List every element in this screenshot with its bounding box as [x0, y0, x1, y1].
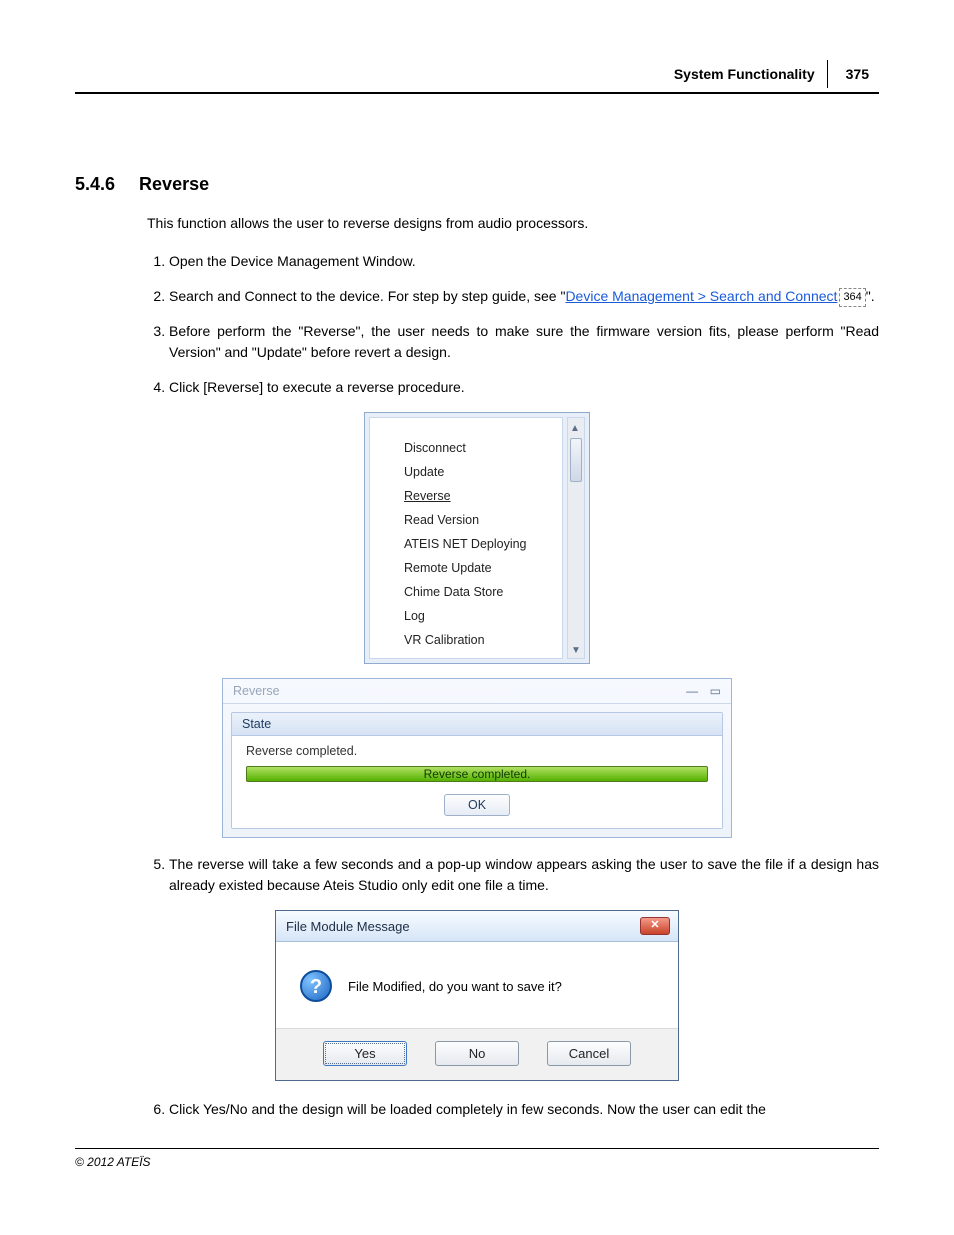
menu-item-disconnect[interactable]: Disconnect [404, 436, 550, 460]
question-icon: ? [300, 970, 332, 1002]
steps-list-continued: The reverse will take a few seconds and … [147, 854, 879, 896]
menu-item-read-version[interactable]: Read Version [404, 508, 550, 532]
step-2-prefix: Search and Connect to the device. For st… [169, 288, 565, 304]
vertical-scrollbar[interactable]: ▲ ▼ [567, 417, 585, 659]
state-body: Reverse completed. Reverse completed. OK [232, 736, 722, 828]
state-header: State [232, 713, 722, 736]
step-2: Search and Connect to the device. For st… [169, 286, 879, 307]
minimize-icon[interactable]: — [686, 684, 698, 698]
steps-list-continued-2: Click Yes/No and the design will be load… [147, 1099, 879, 1120]
cancel-button[interactable]: Cancel [547, 1041, 631, 1066]
menu-item-ateis-net-deploying[interactable]: ATEIS NET Deploying [404, 532, 550, 556]
page-header: System Functionality 375 [75, 60, 879, 88]
no-button[interactable]: No [435, 1041, 519, 1066]
document-page: System Functionality 375 5.4.6 Reverse T… [0, 0, 954, 1199]
window-buttons: — ▭ [678, 684, 721, 698]
section-number: 5.4.6 [75, 174, 115, 195]
ok-button[interactable]: OK [444, 794, 510, 816]
status-text: Reverse completed. [246, 744, 708, 758]
step-3: Before perform the "Reverse", the user n… [169, 321, 879, 363]
reverse-window-titlebar: Reverse — ▭ [223, 679, 731, 704]
step-1: Open the Device Management Window. [169, 251, 879, 272]
dialog-body: ? File Modified, do you want to save it? [276, 942, 678, 1028]
menu-item-update[interactable]: Update [404, 460, 550, 484]
menu-item-reverse[interactable]: Reverse [404, 484, 550, 508]
menu-panel: Disconnect Update Reverse Read Version A… [364, 412, 590, 664]
section-intro: This function allows the user to reverse… [147, 213, 879, 233]
maximize-icon[interactable]: ▭ [710, 684, 721, 698]
ok-wrap: OK [246, 794, 708, 816]
copyright: © 2012 ATEÏS [75, 1155, 879, 1169]
header-section-title: System Functionality [674, 60, 827, 88]
dialog-footer: Yes No Cancel [276, 1028, 678, 1080]
progress-bar: Reverse completed. [246, 766, 708, 782]
dialog-titlebar: File Module Message ✕ [276, 911, 678, 942]
step-4: Click [Reverse] to execute a reverse pro… [169, 377, 879, 398]
step-6: Click Yes/No and the design will be load… [169, 1099, 879, 1120]
section-title: Reverse [139, 174, 209, 195]
scroll-down-icon: ▼ [571, 643, 581, 658]
menu-item-remote-update[interactable]: Remote Update [404, 556, 550, 580]
page-ref-badge: 364 [839, 288, 865, 307]
menu-item-chime-data-store[interactable]: Chime Data Store [404, 580, 550, 604]
file-module-message-dialog: File Module Message ✕ ? File Modified, d… [275, 910, 679, 1081]
close-button[interactable]: ✕ [640, 917, 670, 935]
footer-rule [75, 1148, 879, 1149]
menu-list: Disconnect Update Reverse Read Version A… [369, 417, 563, 659]
scroll-up-top[interactable]: ▲ [570, 418, 582, 482]
step-5: The reverse will take a few seconds and … [169, 854, 879, 896]
steps-list: Open the Device Management Window. Searc… [147, 251, 879, 398]
dialog-message: File Modified, do you want to save it? [348, 979, 562, 994]
reverse-window: Reverse — ▭ State Reverse completed. Rev… [222, 678, 732, 838]
state-block: State Reverse completed. Reverse complet… [231, 712, 723, 829]
dialog-title: File Module Message [286, 919, 410, 934]
header-rule [75, 92, 879, 94]
menu-item-vr-calibration[interactable]: VR Calibration [404, 628, 550, 652]
header-page-number: 375 [827, 60, 879, 88]
device-management-link[interactable]: Device Management > Search and Connect [565, 288, 837, 304]
scroll-up-icon: ▲ [570, 421, 580, 436]
yes-button[interactable]: Yes [323, 1041, 407, 1066]
reverse-window-body: State Reverse completed. Reverse complet… [223, 704, 731, 837]
menu-item-log[interactable]: Log [404, 604, 550, 628]
step-2-suffix: ". [866, 288, 875, 304]
section-heading: 5.4.6 Reverse [75, 174, 879, 195]
scroll-thumb[interactable] [570, 438, 582, 482]
reverse-window-title: Reverse [233, 684, 280, 698]
close-icon: ✕ [650, 919, 659, 931]
